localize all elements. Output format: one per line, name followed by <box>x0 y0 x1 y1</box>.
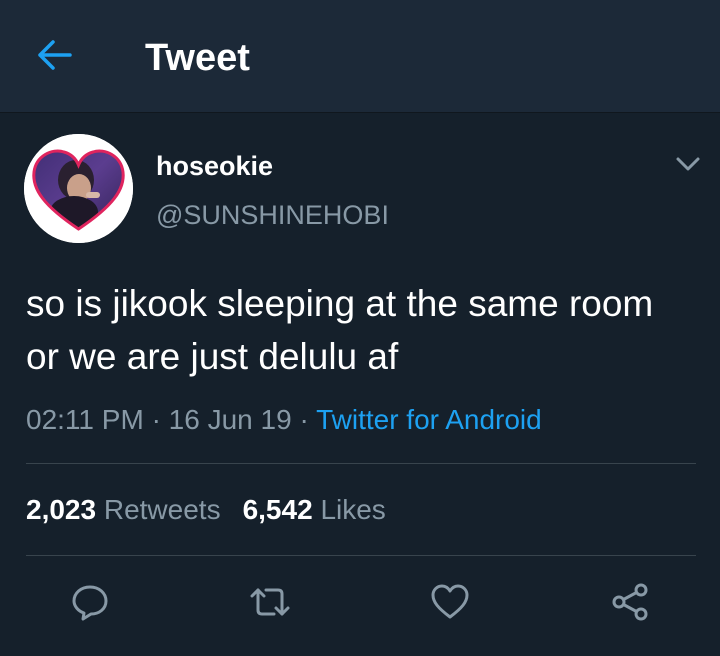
retweets-stat[interactable]: 2,023 Retweets <box>26 494 221 525</box>
page-title: Tweet <box>145 37 250 79</box>
tweet-time: 02:11 PM <box>26 404 144 435</box>
arrow-left-icon <box>37 39 73 76</box>
reply-button[interactable] <box>66 580 114 628</box>
heart-icon <box>430 583 470 626</box>
chevron-down-icon <box>675 156 701 177</box>
share-button[interactable] <box>606 580 654 628</box>
share-icon <box>610 582 650 627</box>
tweet-date: 16 Jun 19 <box>168 404 292 435</box>
retweets-label: Retweets <box>103 494 221 525</box>
tweet-stats: 2,023 Retweets 6,542 Likes <box>26 492 386 528</box>
tweet-meta: 02:11 PM · 16 Jun 19 · Twitter for Andro… <box>26 402 542 438</box>
retweets-count: 2,023 <box>26 494 97 525</box>
author-display-name[interactable]: hoseokie <box>156 150 273 182</box>
divider <box>26 555 696 556</box>
avatar[interactable] <box>24 134 133 243</box>
reply-icon <box>70 582 110 627</box>
retweet-icon <box>248 582 292 627</box>
back-button[interactable] <box>30 34 80 80</box>
tweet-source-link[interactable]: Twitter for Android <box>316 404 542 435</box>
likes-count: 6,542 <box>242 494 313 525</box>
divider <box>26 463 696 464</box>
retweet-button[interactable] <box>246 580 294 628</box>
meta-separator: · <box>151 404 161 435</box>
likes-stat[interactable]: 6,542 Likes <box>243 494 386 525</box>
meta-separator: · <box>299 404 309 435</box>
likes-label: Likes <box>320 494 386 525</box>
top-bar: Tweet <box>0 0 720 113</box>
more-options-button[interactable] <box>668 148 708 184</box>
tweet-text: so is jikook sleeping at the same room o… <box>26 283 654 377</box>
author-handle[interactable]: @SUNSHINEHOBI <box>156 199 389 231</box>
like-button[interactable] <box>426 580 474 628</box>
